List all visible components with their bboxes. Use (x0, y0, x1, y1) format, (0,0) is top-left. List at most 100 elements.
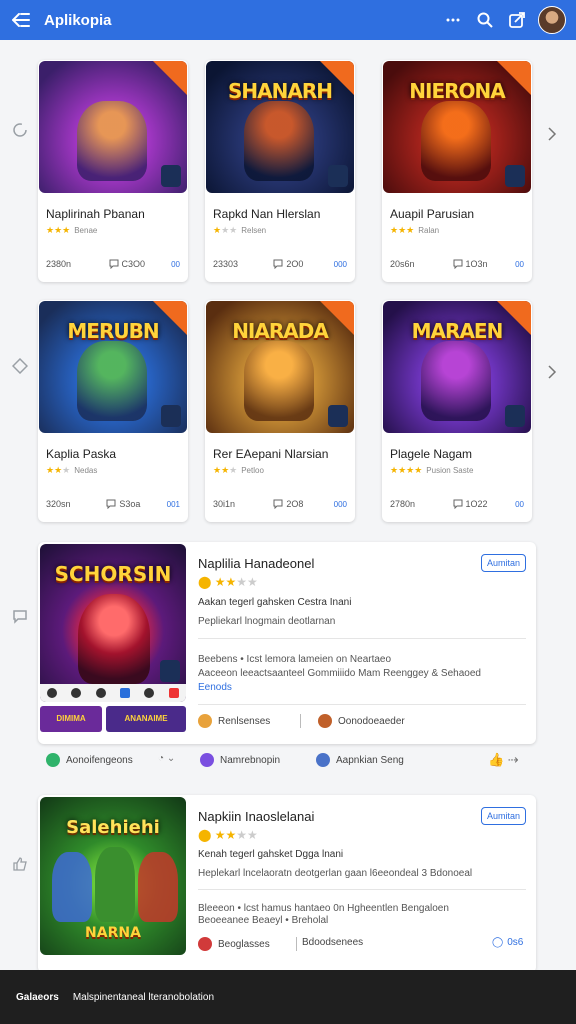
hero-figure (244, 341, 314, 421)
category-chip[interactable]: Renlsenses (198, 714, 270, 728)
avatar[interactable] (538, 6, 566, 34)
app-card[interactable]: Naplirinah Pbanan ★★★ Benae 2380n C3O0 00 (38, 60, 188, 282)
diamond-icon[interactable] (12, 358, 28, 374)
app-card[interactable]: SHANARH Rapkd Nan Hlerslan ★★★ Relsen 233… (205, 60, 355, 282)
corner-ribbon (320, 61, 354, 95)
more-icon[interactable] (442, 9, 464, 31)
app-name: Kaplia Paska (46, 447, 117, 461)
more-link[interactable]: 00 (515, 500, 524, 509)
star-rating: ⬤ ★★★★ (198, 828, 258, 842)
developer-chip[interactable]: Oonodoeaeder (318, 714, 405, 728)
comment-count[interactable]: 1O3n (453, 259, 516, 269)
search-icon[interactable] (474, 9, 496, 31)
card-footer: 30i1n 2O8 000 (213, 499, 347, 509)
download-count: 320sn (46, 499, 71, 509)
stars-filled: ★★★ (46, 225, 71, 235)
description-line: Aakan tegerl gahsken Cestra Inani (198, 597, 352, 608)
app-name: Rer EAepani Nlarsian (213, 447, 329, 461)
chevron-right-icon[interactable] (546, 126, 558, 142)
chevron-right-icon[interactable] (546, 364, 558, 380)
more-link[interactable]: 00 (515, 260, 524, 269)
developer-chip[interactable]: Bdoodsenees (302, 937, 363, 948)
meta-line: Beoeeanee Beaeyl • Breholal (198, 915, 329, 926)
app-card[interactable]: MARAEN Plagele Nagam ★★★★ Pusion Saste 27… (382, 300, 532, 522)
action-send[interactable]: Aapnkian Seng (316, 753, 404, 767)
hero-figure (95, 847, 135, 922)
corner-ribbon (320, 301, 354, 335)
app-art[interactable]: SHANARH (206, 61, 354, 193)
divider (296, 937, 297, 951)
action-tag[interactable]: Namrebnopin (200, 753, 280, 767)
comment-count[interactable]: 2O0 (273, 259, 333, 269)
app-art[interactable]: MERUBN (39, 301, 187, 433)
app-art[interactable] (39, 61, 187, 193)
meta-link[interactable]: Eenods (198, 682, 232, 693)
screenshot-thumbs: DIMIMA ANANAIME (40, 704, 186, 744)
meta-line: Beebens • Icst lemora lameien on Neartae… (198, 654, 392, 665)
bottom-bar: Galaeors Malspinentaneal lteranobolation (0, 970, 576, 1024)
app-name: Napkiin Inaoslelanai (198, 809, 315, 824)
comment-count[interactable]: C3O0 (109, 259, 172, 269)
hero-figure (78, 594, 150, 684)
app-card[interactable]: MERUBN Kaplia Paska ★★★ Nedas 320sn S3oa … (38, 300, 188, 522)
comment-count[interactable]: 1O22 (453, 499, 516, 509)
hero-figure (421, 101, 491, 181)
hero-figure (421, 341, 491, 421)
rating-sub: Ralan (418, 226, 440, 235)
category-chip[interactable]: Beoglasses (198, 937, 270, 951)
app-art[interactable]: NIERONA (383, 61, 531, 193)
corner-ribbon (153, 301, 187, 335)
share-icon[interactable] (506, 9, 528, 31)
app-title: Aplikopia (44, 11, 112, 29)
card-footer: 2380n C3O0 00 (46, 259, 180, 269)
app-card[interactable]: NIARADA Rer EAepani Nlarsian ★★★ Petloo 3… (205, 300, 355, 522)
comment-icon (453, 499, 463, 509)
stars-filled: ★★★ (390, 225, 415, 235)
install-badge[interactable]: Aumitan (480, 554, 526, 572)
card-footer: 23303 2O0 000 (213, 259, 347, 269)
like-share-icon[interactable]: 👍 ⇢ (488, 752, 519, 768)
comment-count[interactable]: 2O8 (273, 499, 333, 509)
featured-card[interactable]: Salehiehi NARNA Napkiin Inaoslelanai Aum… (38, 795, 536, 973)
featured-card[interactable]: SCHORSIN DIMIMA ANANAIME Naplilia Hanade… (38, 542, 536, 744)
chat-icon[interactable] (12, 608, 28, 624)
divider (198, 704, 526, 705)
dropdown-icon[interactable]: ◔ ⌄ (158, 753, 175, 764)
comment-icon (109, 259, 119, 269)
bottom-label[interactable]: Galaeors (16, 992, 59, 1003)
more-link[interactable]: 000 (334, 260, 347, 269)
star-rating: ★★★ Nedas (46, 465, 97, 476)
corner-ribbon (497, 61, 531, 95)
stars-filled: ★★ (46, 465, 63, 475)
description-line: Kenah tegerl gahsket Dgga lnani (198, 849, 344, 860)
comment-count[interactable]: S3oa (106, 499, 166, 509)
rating-badge (328, 405, 348, 427)
install-badge[interactable]: Aumitan (480, 807, 526, 825)
star-rating: ★★★ Benae (46, 225, 97, 236)
corner-ribbon (153, 61, 187, 95)
thumb[interactable]: ANANAIME (106, 706, 186, 732)
featured-art[interactable]: Salehiehi NARNA (40, 797, 186, 955)
app-art[interactable]: MARAEN (383, 301, 531, 433)
more-link[interactable]: 001 (167, 500, 180, 509)
app-card[interactable]: NIERONA Auapil Parusian ★★★ Ralan 20s6n 1… (382, 60, 532, 282)
app-art[interactable]: NIARADA (206, 301, 354, 433)
description-line: Heplekarl lncelaoratn deotgerlan gaan l6… (198, 868, 473, 879)
like-icon[interactable] (12, 856, 28, 872)
action-follow[interactable]: Aonoifengeons (46, 753, 133, 767)
menu-icon[interactable] (10, 9, 32, 31)
thumb[interactable]: DIMIMA (40, 706, 102, 732)
more-link[interactable]: 000 (334, 500, 347, 509)
more-link[interactable]: 00 (171, 260, 180, 269)
star-rating: ★★★ Petloo (213, 465, 264, 476)
hero-figure (52, 852, 92, 922)
game-logo: Salehiehi (66, 817, 160, 838)
app-name: Rapkd Nan Hlerslan (213, 207, 321, 221)
divider (300, 714, 301, 728)
download-count: 2380n (46, 259, 72, 269)
star-rating: ★★★★ Pusion Saste (390, 465, 473, 476)
featured-art[interactable]: SCHORSIN (40, 544, 186, 702)
comments-link[interactable]: ◯ 0s6 (492, 937, 523, 948)
refresh-icon[interactable] (12, 122, 28, 138)
rating-sub: Pusion Saste (426, 466, 474, 475)
